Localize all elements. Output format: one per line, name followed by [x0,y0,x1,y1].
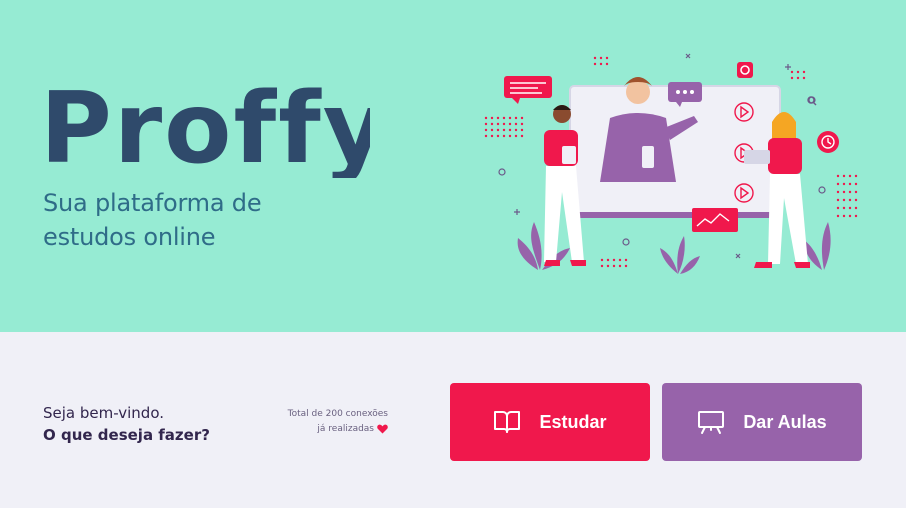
welcome-question: O que deseja fazer? [43,426,210,444]
study-button[interactable]: Estudar [450,383,650,461]
plant-center [660,236,700,274]
book-open-icon [494,411,521,433]
plant-left [517,222,570,270]
hero-section: Proffy Sua plataforma de estudos online [0,0,906,332]
teach-button[interactable]: Dar Aulas [662,383,862,461]
tagline-line-2: estudos online [43,223,216,251]
tagline: Sua plataforma de estudos online [43,186,343,254]
tagline-line-1: Sua plataforma de [43,189,262,217]
chat-bubble-icon [504,76,552,98]
teach-button-label: Dar Aulas [743,411,827,432]
welcome-greeting: Seja bem-vindo. [43,404,165,422]
connections-line-2: já realizadas [276,422,388,437]
connections-line-1: Total de 200 conexões [287,409,388,419]
proffy-logo: Proffy [40,78,370,178]
welcome-text: Seja bem-vindo. O que deseja fazer? [43,402,210,446]
svg-text:Proffy: Proffy [40,78,370,178]
heart-icon [377,424,388,433]
hero-illustration [484,53,858,274]
chart-card-icon [692,208,738,232]
study-button-label: Estudar [539,411,607,432]
total-connections: Total de 200 conexões já realizadas [276,407,388,437]
gear-icon [737,62,753,78]
presentation-board-icon [698,411,725,434]
